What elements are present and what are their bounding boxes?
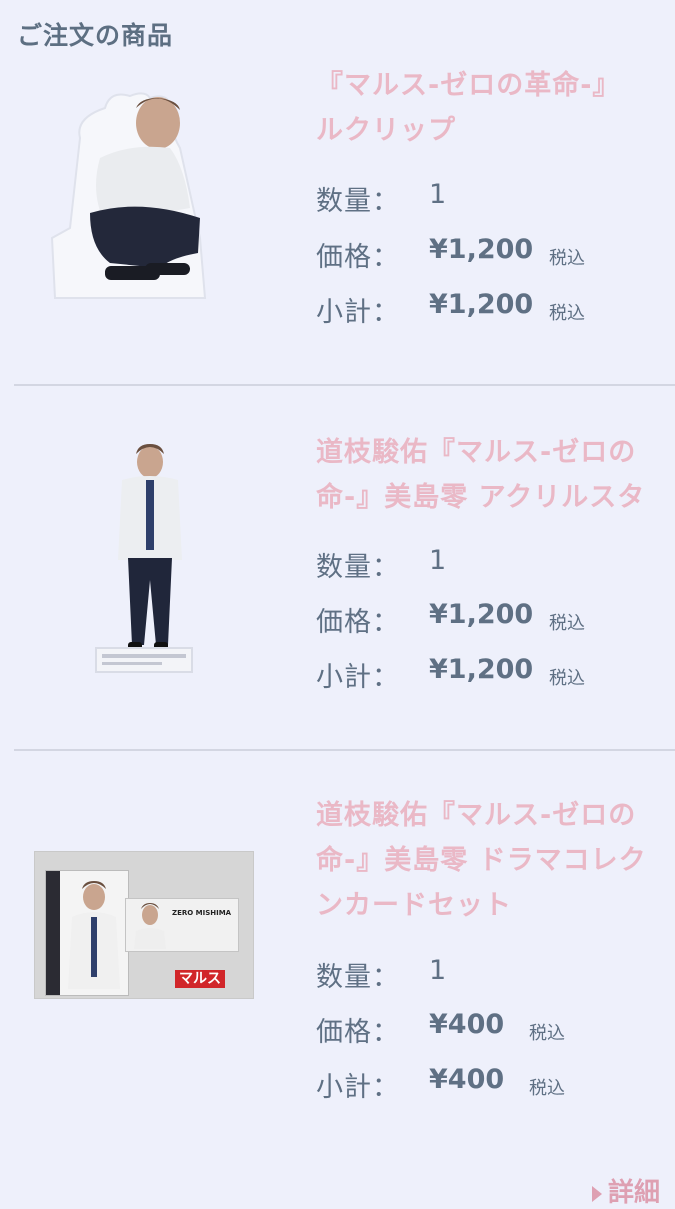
price-value: ¥1,200 (429, 599, 534, 630)
subtotal-value: ¥400 (429, 1064, 505, 1095)
tax-label: 税込 (529, 1023, 565, 1044)
subtotal-value: ¥1,200 (429, 654, 534, 685)
subtotal-label: 小計： (316, 297, 400, 328)
price-value: ¥400 (429, 1009, 505, 1040)
quantity-value: 1 (429, 545, 447, 576)
subtotal-value: ¥1,200 (429, 289, 534, 320)
tax-label: 税込 (549, 613, 585, 634)
details-label: 詳細 (608, 1178, 661, 1208)
price-label: 価格： (316, 607, 400, 638)
section-title: ご注文の商品 (17, 21, 174, 50)
price-label: 価格： (316, 242, 400, 273)
card-right: ZERO MISHIMA (125, 898, 239, 952)
subtotal-label: 小計： (316, 662, 400, 693)
card-name-label: ZERO MISHIMA (172, 909, 232, 917)
product-image[interactable] (92, 440, 196, 676)
tax-label: 税込 (529, 1078, 565, 1099)
caret-right-icon (592, 1185, 602, 1202)
product-image[interactable]: ZERO MISHIMA マルス (34, 851, 254, 999)
quantity-label: 数量： (316, 186, 400, 217)
details-link[interactable]: 詳細 (592, 1172, 660, 1209)
divider (14, 384, 675, 386)
quantity-value: 1 (429, 955, 447, 986)
tax-label: 税込 (549, 668, 585, 689)
quantity-label: 数量： (316, 962, 400, 993)
divider (14, 749, 675, 751)
tax-label: 税込 (549, 303, 585, 324)
quantity-label: 数量： (316, 552, 400, 583)
price-value: ¥1,200 (429, 234, 534, 265)
price-label: 価格： (316, 1017, 400, 1048)
item-name[interactable]: ルクリップ (316, 103, 456, 159)
quantity-value: 1 (429, 179, 447, 210)
tax-label: 税込 (549, 248, 585, 269)
subtotal-label: 小計： (316, 1072, 400, 1103)
item-name[interactable]: 命-』美島零 アクリルスタ (316, 470, 645, 526)
product-image[interactable] (50, 88, 210, 300)
item-name[interactable]: ンカードセット (316, 878, 512, 934)
card-left (45, 870, 129, 996)
card-logo: マルス (175, 970, 225, 988)
